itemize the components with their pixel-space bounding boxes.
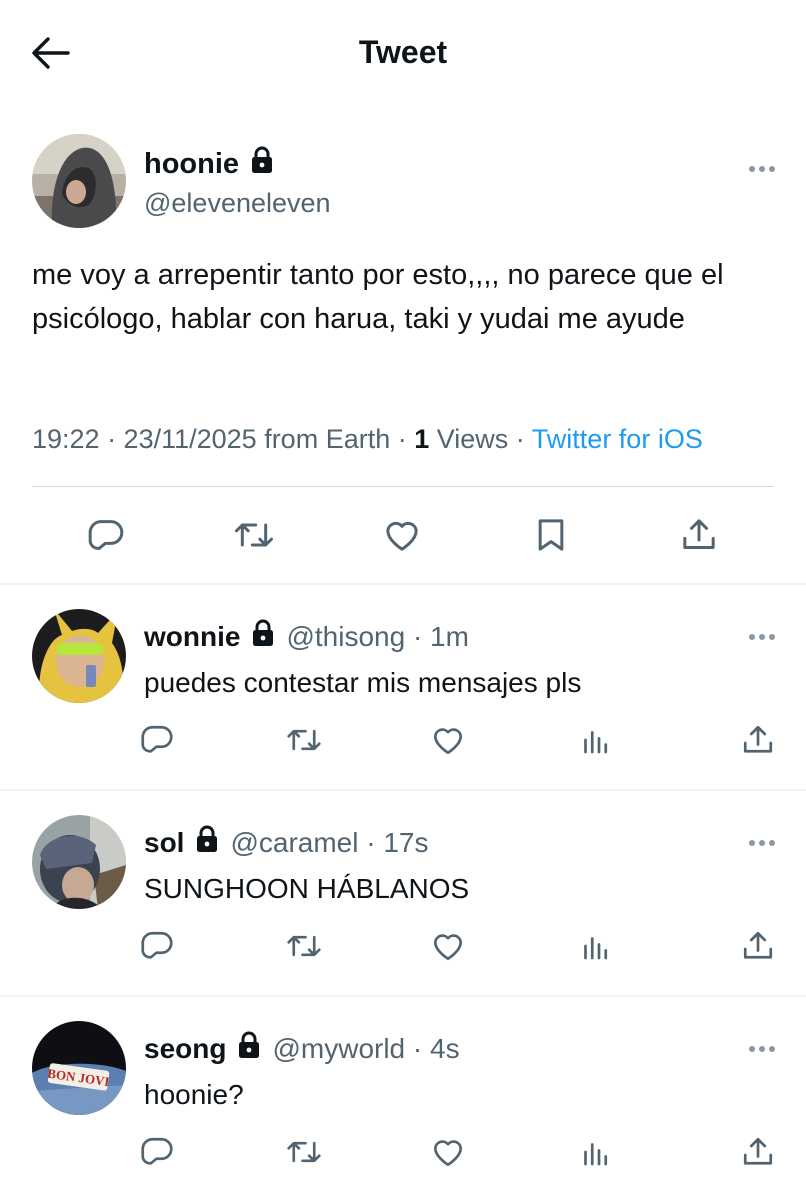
reply-tweet[interactable]: wonnie @thisong · 1m puedes contestar mi… — [0, 585, 806, 791]
reply-header: wonnie @thisong · 1m — [144, 619, 469, 654]
retweet-icon[interactable] — [284, 720, 324, 760]
reply-actions — [0, 926, 806, 970]
analytics-icon[interactable] — [576, 720, 616, 760]
page-title: Tweet — [358, 34, 448, 70]
share-icon[interactable] — [738, 926, 778, 966]
author-name-text[interactable]: hoonie — [144, 148, 239, 181]
share-icon[interactable] — [676, 512, 722, 558]
retweet-icon[interactable] — [231, 512, 277, 558]
reply-icon[interactable] — [137, 720, 177, 760]
more-icon[interactable] — [748, 1041, 776, 1052]
reply-header: sol @caramel · 17s — [144, 825, 429, 860]
avatar[interactable]: BON JOVI — [32, 1021, 126, 1115]
tweet-actions — [0, 512, 806, 562]
reply-author-name[interactable]: wonnie — [144, 621, 240, 653]
avatar[interactable] — [32, 134, 126, 228]
author-name[interactable]: hoonie — [144, 146, 275, 182]
reply-actions — [0, 1132, 806, 1176]
bookmark-icon[interactable] — [528, 512, 574, 558]
more-icon[interactable] — [748, 629, 776, 640]
reply-author-name[interactable]: sol — [144, 827, 184, 859]
avatar[interactable] — [32, 609, 126, 703]
tweet-source-link[interactable]: Twitter for iOS — [532, 424, 703, 454]
reply-tweet[interactable]: BON JOVI seong @myworld · 4s hoonie? — [0, 997, 806, 1200]
like-icon[interactable] — [428, 926, 468, 966]
analytics-icon[interactable] — [576, 926, 616, 966]
retweet-icon[interactable] — [284, 926, 324, 966]
reply-author-name[interactable]: seong — [144, 1033, 226, 1065]
share-icon[interactable] — [738, 1132, 778, 1172]
like-icon[interactable] — [379, 512, 425, 558]
views-label: Views · — [429, 424, 532, 454]
lock-icon — [236, 1031, 262, 1066]
analytics-icon[interactable] — [576, 1132, 616, 1172]
share-icon[interactable] — [738, 720, 778, 760]
reply-text: SUNGHOON HÁBLANOS — [144, 873, 470, 904]
reply-actions — [0, 720, 806, 764]
reply-icon[interactable] — [137, 926, 177, 966]
reply-text: hoonie? — [144, 1079, 244, 1110]
reply-icon[interactable] — [137, 1132, 177, 1172]
reply-icon[interactable] — [83, 512, 129, 558]
like-icon[interactable] — [428, 1132, 468, 1172]
tweet-text: me voy a arrepentir tanto por esto,,,, n… — [32, 259, 724, 335]
like-icon[interactable] — [428, 720, 468, 760]
retweet-icon[interactable] — [284, 1132, 324, 1172]
tweet-timestamp: 19:22 · 23/11/2025 from Earth · — [32, 424, 415, 454]
lock-icon — [249, 146, 275, 182]
views-count: 1 — [414, 424, 430, 454]
reply-author-handle[interactable]: @thisong · 1m — [286, 621, 469, 653]
more-icon[interactable] — [748, 835, 776, 846]
author-handle[interactable]: @eleveneleven — [144, 188, 331, 219]
avatar[interactable] — [32, 815, 126, 909]
more-icon[interactable] — [748, 161, 776, 172]
lock-icon — [250, 619, 276, 654]
lock-icon — [194, 825, 220, 860]
reply-text: puedes contestar mis mensajes pls — [144, 667, 582, 698]
reply-author-handle[interactable]: @caramel · 17s — [230, 827, 428, 859]
reply-tweet[interactable]: sol @caramel · 17s SUNGHOON HÁBLANOS — [0, 791, 806, 997]
reply-author-handle[interactable]: @myworld · 4s — [272, 1033, 459, 1065]
reply-header: seong @myworld · 4s — [144, 1031, 460, 1066]
tweet-meta: 19:22 · 23/11/2025 from Earth · 1 Views … — [32, 424, 703, 455]
top-bar: Tweet — [0, 0, 806, 106]
divider — [32, 486, 774, 487]
